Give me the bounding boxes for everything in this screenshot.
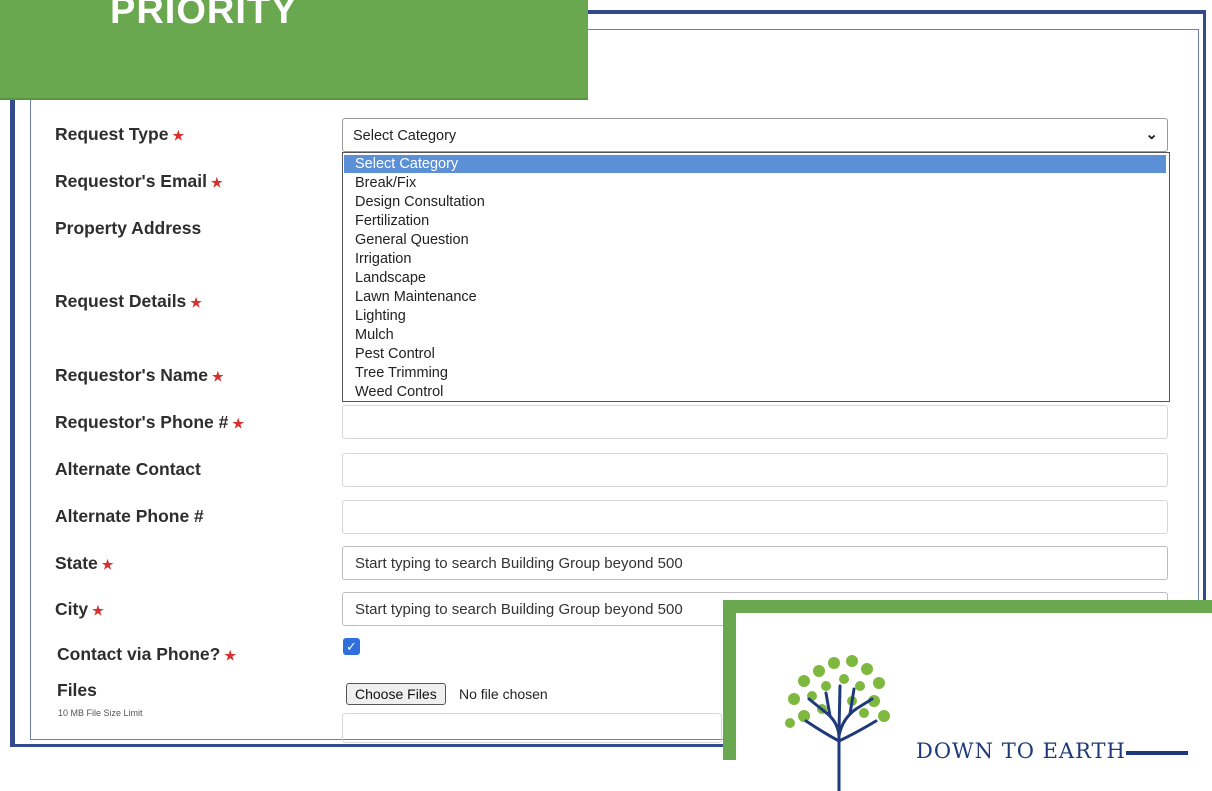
label-requestor-email: Requestor's Email ★ [55, 171, 223, 191]
label-requestor-name: Requestor's Name ★ [55, 365, 224, 385]
tree-logo-icon [785, 655, 890, 791]
alternate-phone-field[interactable] [342, 500, 1168, 534]
checkmark-icon: ✓ [346, 639, 357, 654]
label-request-details: Request Details ★ [55, 291, 202, 311]
contact-via-phone-checkbox[interactable]: ✓ [343, 638, 360, 655]
request-type-dropdown[interactable]: Select Category Break/Fix Design Consult… [342, 152, 1170, 402]
label-property-address: Property Address [55, 218, 202, 238]
required-icon: ★ [211, 369, 224, 384]
required-icon: ★ [101, 557, 114, 572]
label-city: City ★ [55, 599, 104, 619]
label-requestor-phone: Requestor's Phone # ★ [55, 412, 245, 432]
dropdown-option[interactable]: General Question [355, 231, 469, 249]
banner-title: PRIORITY [110, 0, 298, 32]
request-type-select[interactable]: Select Category ⌄ [342, 118, 1168, 152]
dropdown-option[interactable]: Irrigation [355, 250, 411, 268]
logo-card-inner: DOWN TO EARTH [736, 613, 1212, 791]
dropdown-option[interactable]: Design Consultation [355, 193, 485, 211]
state-placeholder: Start typing to search Building Group be… [355, 555, 683, 572]
choose-files-button[interactable]: Choose Files [346, 683, 446, 705]
state-search-input[interactable]: Start typing to search Building Group be… [342, 546, 1168, 580]
logo-text: DOWN TO EARTH [916, 739, 1126, 763]
dropdown-option[interactable]: Weed Control [355, 383, 443, 401]
requestor-phone-field[interactable] [342, 405, 1168, 439]
required-icon: ★ [190, 295, 202, 310]
required-icon: ★ [172, 128, 185, 143]
priority-banner: PRIORITY [0, 0, 588, 100]
city-placeholder: Start typing to search Building Group be… [355, 601, 683, 618]
dropdown-option[interactable]: Break/Fix [355, 174, 416, 192]
notes-textarea[interactable] [342, 713, 722, 743]
file-status: No file chosen [459, 686, 548, 702]
files-size-note: 10 MB File Size Limit [58, 708, 143, 718]
dropdown-option[interactable]: Landscape [355, 269, 426, 287]
label-files: Files [57, 680, 97, 700]
required-icon: ★ [92, 603, 104, 618]
logo-dash [1126, 751, 1188, 755]
label-state: State ★ [55, 553, 114, 573]
dropdown-option[interactable]: Select Category [344, 155, 1166, 173]
dropdown-option[interactable]: Mulch [355, 326, 394, 344]
request-type-selected: Select Category [353, 128, 457, 144]
alternate-contact-field[interactable] [342, 453, 1168, 487]
dropdown-option[interactable]: Tree Trimming [355, 364, 448, 382]
label-alternate-phone: Alternate Phone # [55, 506, 204, 526]
label-request-type: Request Type ★ [55, 124, 185, 144]
chevron-down-icon: ⌄ [1145, 126, 1158, 143]
required-icon: ★ [211, 175, 223, 190]
logo-card: DOWN TO EARTH [723, 600, 1212, 791]
dropdown-option[interactable]: Fertilization [355, 212, 429, 230]
dropdown-option[interactable]: Lawn Maintenance [355, 288, 477, 306]
dropdown-option[interactable]: Lighting [355, 307, 406, 325]
required-icon: ★ [232, 416, 245, 431]
dropdown-option[interactable]: Pest Control [355, 345, 435, 363]
label-contact-via-phone: Contact via Phone? ★ [57, 644, 237, 664]
required-icon: ★ [224, 648, 237, 663]
label-alternate-contact: Alternate Contact [55, 459, 201, 479]
